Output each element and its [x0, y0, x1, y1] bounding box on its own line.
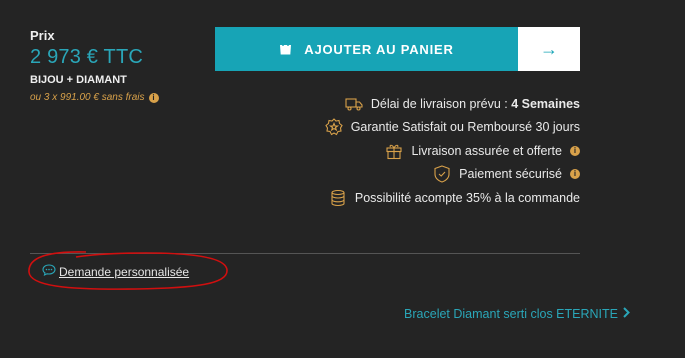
feature-text: Livraison assurée et offerte [411, 143, 562, 158]
price-label: Prix [30, 28, 55, 43]
related-product-label: Bracelet Diamant serti clos ETERNITE [404, 307, 618, 321]
gift-icon [385, 142, 403, 160]
related-product-link[interactable]: Bracelet Diamant serti clos ETERNITE [404, 307, 630, 321]
divider [30, 253, 580, 254]
feature-secure-payment: Paiement sécurisé i [325, 163, 580, 187]
custom-request-link[interactable]: Demande personnalisée [42, 264, 189, 279]
info-icon[interactable]: i [148, 92, 159, 103]
price-value: 2 973 € TTC [30, 46, 144, 68]
feature-deposit: Possibilité acompte 35% à la commande [325, 186, 580, 210]
feature-text: Possibilité acompte 35% à la commande [354, 190, 580, 205]
shield-icon [433, 165, 451, 183]
info-icon[interactable]: i [570, 169, 580, 180]
feature-free-delivery: Livraison assurée et offerte i [325, 139, 580, 163]
feature-text: Paiement sécurisé [459, 167, 562, 182]
add-to-cart-button[interactable]: AJOUTER AU PANIER [215, 27, 518, 71]
coins-icon [329, 189, 347, 207]
feature-text: Garantie Satisfait ou Remboursé 30 jours [350, 120, 580, 135]
feature-guarantee: Garantie Satisfait ou Remboursé 30 jours [324, 116, 580, 140]
feature-delivery-delay: Délai de livraison prévu : 4 Semaines [325, 92, 580, 116]
info-icon[interactable]: i [570, 145, 580, 156]
feature-text: Délai de livraison prévu : 4 Semaines [370, 96, 580, 111]
arrow-right-icon: → [540, 38, 558, 59]
add-to-cart-label: AJOUTER AU PANIER [304, 41, 454, 57]
chevron-right-icon [623, 307, 630, 321]
installment-info: ou 3 x 991.00 € sans frais i [30, 92, 159, 103]
next-arrow-button[interactable]: → [518, 27, 580, 71]
truck-icon [345, 95, 363, 113]
product-type: BIJOU + DIAMANT [30, 74, 127, 86]
feature-list: Délai de livraison prévu : 4 Semaines Ga… [324, 92, 580, 210]
chat-icon [42, 264, 56, 279]
star-badge-icon [324, 118, 343, 136]
bag-icon [279, 40, 292, 58]
installment-text: ou 3 x 991.00 € sans frais [30, 92, 145, 103]
custom-request-label: Demande personnalisée [59, 264, 190, 279]
